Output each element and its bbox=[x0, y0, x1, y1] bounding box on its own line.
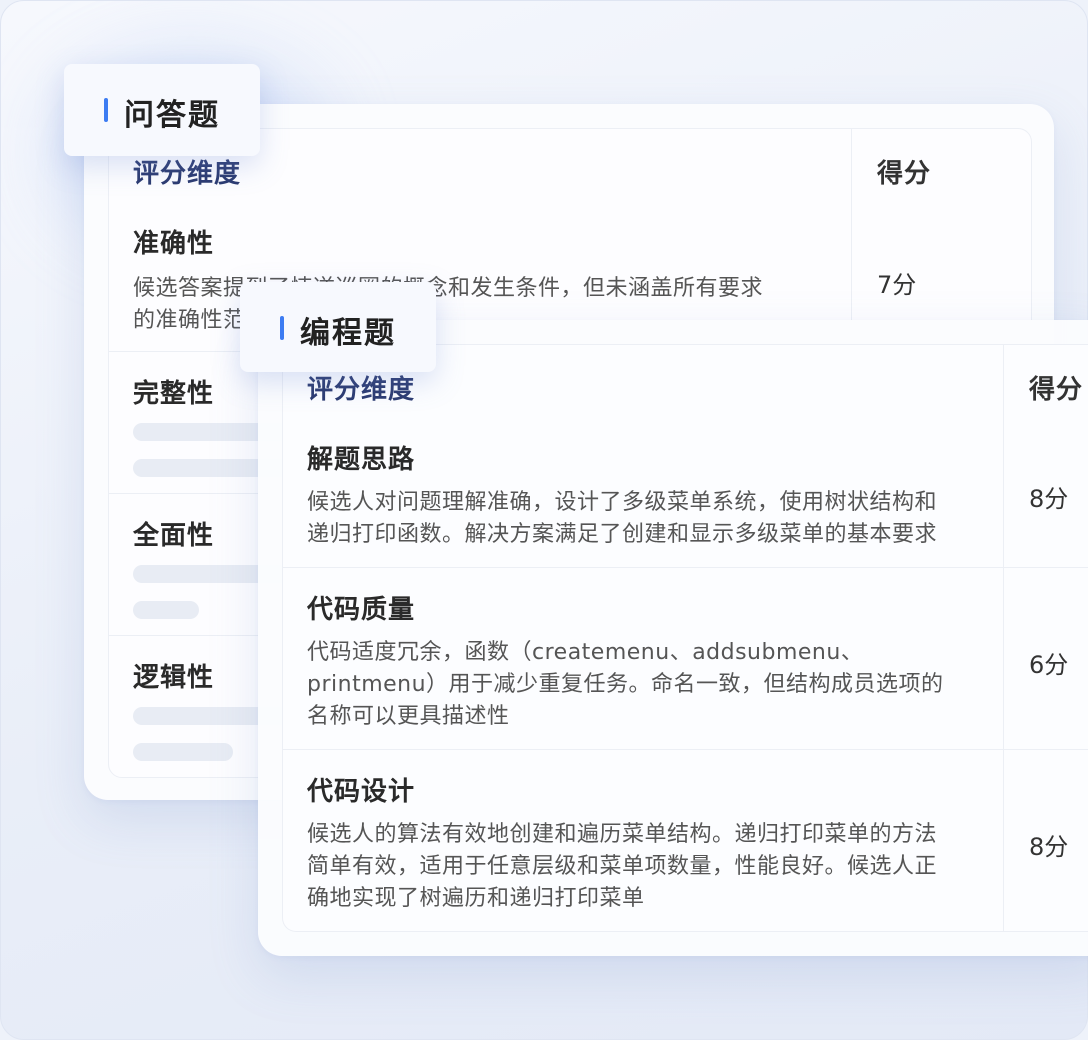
dimension-score: 8分 bbox=[1029, 485, 1069, 513]
dimension-description: 代码适度冗余，函数（createmenu、addsubmenu、 bbox=[307, 640, 864, 665]
dimension-description: printmenu）用于减少重复任务。命名一致，但结构成员选项的 bbox=[307, 672, 944, 697]
dimension-header: 评分维度 bbox=[307, 375, 416, 405]
dimension-description: 简单有效，适用于任意层级和菜单项数量，性能良好。候选人正 bbox=[307, 854, 938, 879]
code-evaluation-card: 评分维度 得分 解题思路 候选人对问题理解准确，设计了多级菜单系统，使用树状结构… bbox=[258, 320, 1088, 956]
row-divider bbox=[283, 749, 1088, 750]
dimension-title: 解题思路 bbox=[307, 445, 416, 475]
score-header: 得分 bbox=[1029, 375, 1084, 405]
tab-accent-bar bbox=[104, 98, 108, 122]
row-divider bbox=[283, 567, 1088, 568]
dimension-description: 候选人的算法有效地创建和遍历菜单结构。递归打印菜单的方法 bbox=[307, 822, 938, 847]
column-divider bbox=[1003, 345, 1004, 931]
dimension-description: 递归打印函数。解决方案满足了创建和显示多级菜单的基本要求 bbox=[307, 522, 938, 547]
dimension-title: 代码设计 bbox=[307, 777, 416, 807]
code-score-table: 评分维度 得分 解题思路 候选人对问题理解准确，设计了多级菜单系统，使用树状结构… bbox=[282, 344, 1088, 932]
dimension-description: 候选人对问题理解准确，设计了多级菜单系统，使用树状结构和 bbox=[307, 490, 938, 515]
tab-qa[interactable]: 问答题 bbox=[64, 64, 260, 156]
dimension-title: 逻辑性 bbox=[133, 663, 215, 693]
dimension-description: 确地实现了树遍历和递归打印菜单 bbox=[307, 886, 645, 911]
dimension-header: 评分维度 bbox=[133, 159, 242, 189]
dimension-title: 代码质量 bbox=[307, 595, 416, 625]
tab-coding[interactable]: 编程题 bbox=[240, 282, 436, 372]
dimension-title: 完整性 bbox=[133, 379, 215, 409]
dimension-description: 候选答案提到了悖逆巡圈的概念和发生条件，但未涵盖所有要求 bbox=[133, 276, 764, 301]
dimension-description: 的准确性范 bbox=[133, 308, 246, 333]
dimension-title: 全面性 bbox=[133, 521, 215, 551]
dimension-score: 8分 bbox=[1029, 833, 1069, 861]
tab-label: 问答题 bbox=[124, 98, 220, 133]
tab-accent-bar bbox=[280, 316, 284, 340]
tab-label: 编程题 bbox=[300, 316, 396, 351]
dimension-title: 准确性 bbox=[133, 229, 215, 259]
score-header: 得分 bbox=[877, 159, 932, 189]
skeleton-placeholder bbox=[133, 601, 199, 619]
dimension-description: 名称可以更具描述性 bbox=[307, 704, 510, 729]
dimension-score: 7分 bbox=[877, 271, 917, 299]
skeleton-placeholder bbox=[133, 743, 233, 761]
dimension-score: 6分 bbox=[1029, 651, 1069, 679]
